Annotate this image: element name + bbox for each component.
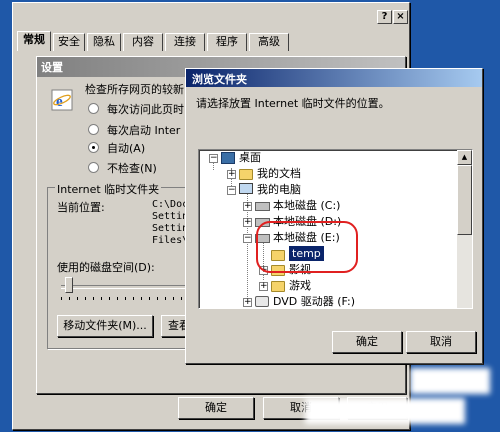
ok-button[interactable]: 确定: [178, 397, 254, 419]
radio-every-start-label: 每次启动 Inter: [107, 124, 181, 137]
tab-general[interactable]: 常规: [17, 31, 51, 51]
temp-group-label: Internet 临时文件夹: [55, 181, 162, 197]
dvd-icon: [255, 296, 269, 307]
annotation-circle: [256, 221, 358, 273]
close-button[interactable]: ×: [393, 10, 408, 24]
tree-node-my-computer[interactable]: 我的电脑: [257, 182, 301, 198]
radio-never[interactable]: [88, 162, 99, 173]
browse-folder-dialog: 浏览文件夹 请选择放置 Internet 临时文件的位置。 − 桌面 + 我的文…: [185, 68, 483, 364]
browse-title: 浏览文件夹: [192, 73, 247, 86]
slider-ticks: [61, 297, 185, 300]
expander-drive-d[interactable]: +: [243, 218, 252, 227]
scroll-thumb[interactable]: [457, 165, 472, 235]
browse-titlebar: 浏览文件夹: [186, 69, 482, 87]
ie-icon: e: [51, 89, 73, 111]
computer-icon: [239, 183, 253, 194]
location-line-1: C:\Doc: [152, 199, 189, 210]
radio-never-label: 不检查(N): [107, 162, 157, 175]
folder-icon: [239, 169, 253, 180]
scroll-up-arrow[interactable]: ▲: [457, 150, 472, 165]
desktop-icon: [221, 152, 235, 164]
tree-node-my-documents[interactable]: 我的文档: [257, 166, 301, 182]
blurred-region: [305, 398, 465, 424]
location-line-3: Settin: [152, 223, 189, 234]
current-location-label: 当前位置:: [57, 201, 105, 214]
help-button[interactable]: ?: [377, 10, 392, 24]
drive-icon: [255, 202, 270, 211]
tree-node-dvd[interactable]: DVD 驱动器 (F:): [273, 294, 355, 308]
location-line-2: Settin: [152, 211, 189, 222]
tab-security[interactable]: 安全: [53, 33, 85, 51]
expander-games[interactable]: +: [259, 282, 268, 291]
tab-strip: 常规 安全 隐私 内容 连接 程序 高级: [17, 31, 357, 53]
disk-space-slider-thumb[interactable]: [65, 277, 73, 293]
tab-content[interactable]: 内容: [123, 33, 163, 51]
radio-automatic[interactable]: [88, 142, 99, 153]
expander-desktop[interactable]: −: [209, 154, 218, 163]
radio-automatic-label: 自动(A): [107, 142, 146, 155]
expander-my-computer[interactable]: −: [227, 186, 236, 195]
browse-ok-button[interactable]: 确定: [332, 331, 402, 353]
expander-dvd[interactable]: +: [243, 298, 252, 307]
disk-space-slider-track: [61, 285, 185, 289]
tab-advanced[interactable]: 高级: [249, 33, 289, 51]
expander-my-documents[interactable]: +: [227, 170, 236, 179]
tree-node-games[interactable]: 游戏: [289, 278, 311, 294]
blurred-region: [410, 368, 490, 394]
radio-every-visit-label: 每次访问此页时: [107, 103, 184, 116]
location-line-4: Files\: [152, 235, 189, 246]
tree-node-desktop[interactable]: 桌面: [239, 150, 261, 166]
check-newer-label: 检查所存网页的较新: [85, 83, 184, 96]
expander-drive-c[interactable]: +: [243, 202, 252, 211]
expander-drive-e[interactable]: −: [243, 234, 252, 243]
radio-every-start[interactable]: [88, 124, 99, 135]
tab-programs[interactable]: 程序: [207, 33, 247, 51]
tree-scrollbar[interactable]: ▲: [457, 150, 472, 308]
tab-privacy[interactable]: 隐私: [87, 33, 121, 51]
settings-title: 设置: [41, 61, 63, 74]
move-folder-button[interactable]: 移动文件夹(M)...: [57, 315, 153, 337]
disk-space-label: 使用的磁盘空间(D):: [57, 261, 155, 274]
folder-icon: [271, 281, 285, 292]
browse-instruction: 请选择放置 Internet 临时文件的位置。: [196, 97, 390, 110]
tab-connections[interactable]: 连接: [165, 33, 205, 51]
radio-every-visit[interactable]: [88, 103, 99, 114]
tree-node-drive-c[interactable]: 本地磁盘 (C:): [273, 198, 340, 214]
browse-cancel-button[interactable]: 取消: [406, 331, 476, 353]
tree-line-root: [213, 162, 214, 170]
